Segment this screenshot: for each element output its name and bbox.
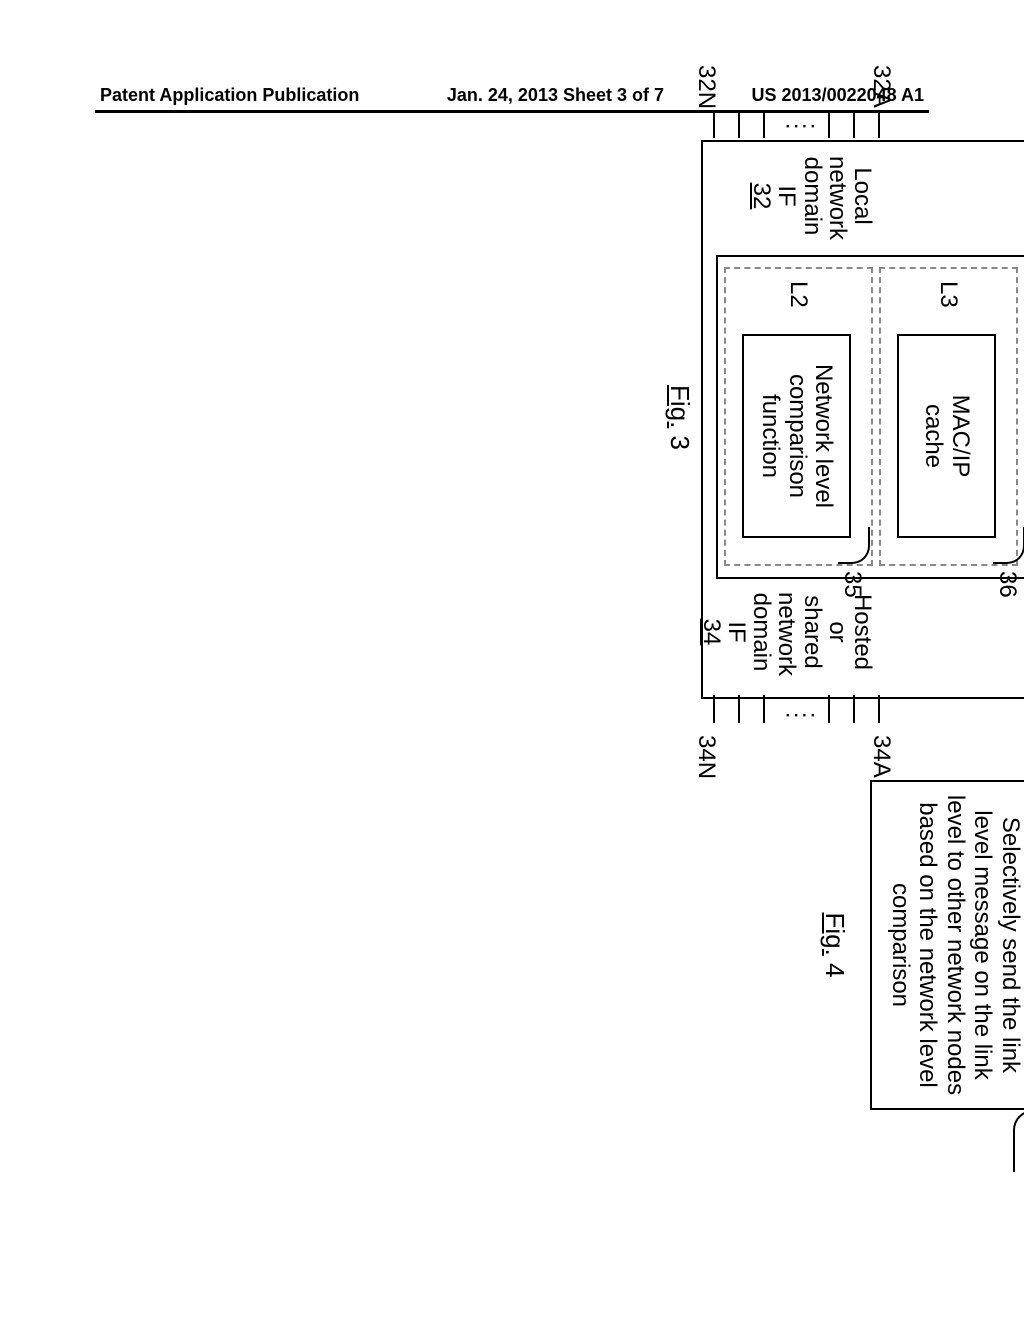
ref-35: 35 [838, 571, 866, 598]
ref-34: 34 [699, 592, 724, 672]
switch-control-unit: Switch control unit 33 L3 MAC/IP cache L… [716, 255, 1024, 579]
figure-3-caption: Fig. 3 [664, 140, 695, 695]
if-line: shared [799, 592, 824, 672]
l3-label: L3 [935, 281, 963, 308]
if-line: Hosted [850, 592, 875, 672]
l3-layer-box: L3 MAC/IP cache [879, 267, 1018, 566]
port-tick [713, 695, 715, 723]
fig-word: Fig. [665, 385, 695, 428]
figure-4: Receive a link level message on a link l… [660, 780, 1024, 1200]
step-s43: Selectively send the link level message … [870, 780, 1024, 1110]
port-tick [713, 110, 715, 138]
nlcf-text: Network level comparison function [757, 364, 836, 508]
hosted-shared-network-domain-if: Hosted or shared network domain IF 34 [730, 592, 875, 672]
if-line: IF [774, 156, 799, 236]
l2-label: L2 [785, 281, 813, 308]
port-tick [853, 110, 855, 138]
port-tick [763, 695, 765, 723]
step-s43-text: Selectively send the link level message … [887, 795, 1024, 1095]
if-line: network [825, 156, 850, 236]
port-tick [878, 110, 880, 138]
ref-36: 36 [993, 571, 1021, 598]
port-tick [738, 695, 740, 723]
vdots-icon: ···· [782, 116, 815, 134]
port-tick [853, 695, 855, 723]
ref-32: 32 [749, 156, 774, 236]
figure-canvas: 31 ···· 32A 32N ·· [120, 140, 900, 1220]
port-tick [878, 695, 880, 723]
if-line: or [825, 592, 850, 672]
if-line: IF [724, 592, 749, 672]
page-header: Patent Application Publication Jan. 24, … [100, 85, 924, 106]
port-32a-label: 32A [867, 65, 895, 108]
local-network-domain-if: Local network domain IF 32 [730, 156, 875, 236]
network-level-comparison-function: Network level comparison function [742, 334, 851, 538]
port-tick [828, 695, 830, 723]
mac-ip-cache: MAC/IP cache [897, 334, 996, 538]
leader-36 [993, 527, 1024, 564]
fig-num: 3 [665, 436, 695, 450]
left-port-ticks: ···· [715, 110, 880, 140]
page: Patent Application Publication Jan. 24, … [0, 0, 1024, 1320]
mac-ip-cache-text: MAC/IP cache [920, 395, 973, 478]
header-center: Jan. 24, 2013 Sheet 3 of 7 [447, 85, 664, 106]
port-32n-label: 32N [692, 65, 720, 109]
port-tick [828, 110, 830, 138]
vdots-icon: ···· [782, 705, 815, 723]
header-left: Patent Application Publication [100, 85, 359, 106]
right-port-ticks: ···· [715, 695, 880, 725]
if-line: Local [850, 156, 875, 236]
figure-3: 31 ···· 32A 32N ·· [660, 140, 1024, 700]
if-line: network [774, 592, 799, 672]
if-line: domain [799, 156, 824, 236]
leader-s43 [1013, 1110, 1024, 1172]
port-tick [763, 110, 765, 138]
port-34a-label: 34A [867, 735, 895, 778]
rotated-figures: 31 ···· 32A 32N ·· [660, 140, 1024, 1220]
l2-layer-box: L2 Network level comparison function [724, 267, 873, 566]
figure-4-caption: Fig. 4 [819, 780, 850, 1110]
fig-num: 4 [820, 963, 850, 977]
header-right: US 2013/0022048 A1 [752, 85, 924, 106]
fig-word: Fig. [820, 912, 850, 955]
port-34n-label: 34N [692, 735, 720, 779]
if-line: domain [749, 592, 774, 672]
port-tick [738, 110, 740, 138]
